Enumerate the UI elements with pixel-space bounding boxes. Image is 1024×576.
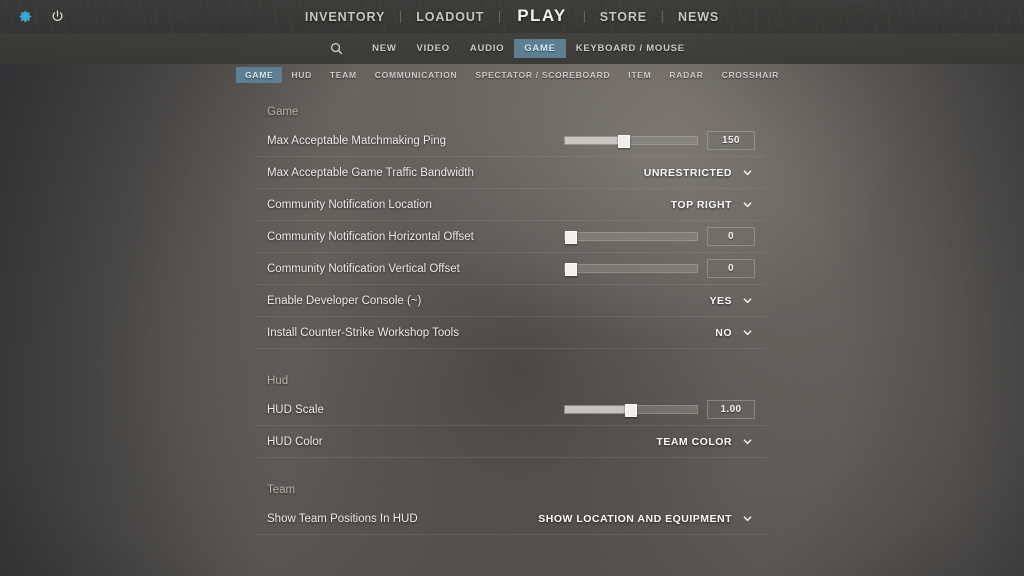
setting-label: Max Acceptable Game Traffic Bandwidth [267,166,474,179]
subtab-crosshair[interactable]: CROSSHAIR [713,67,788,83]
setting-label: Enable Developer Console (~) [267,294,422,307]
slider-thumb[interactable] [618,135,631,148]
nav-item-news[interactable]: NEWS [663,10,734,24]
tab-game[interactable]: GAME [514,39,566,58]
slider-fill [565,406,631,413]
subtab-team[interactable]: TEAM [321,67,366,83]
settings-tabs: NEW VIDEO AUDIO GAME KEYBOARD / MOUSE [362,39,695,58]
setting-row-show-team-positions-in-hud: Show Team Positions In HUD SHOW LOCATION … [256,503,766,535]
dropdown-value: TEAM COLOR [656,435,732,448]
dropdown-enable-developer-console[interactable]: YES [709,295,755,307]
dropdown-hud-color[interactable]: TEAM COLOR [656,436,755,448]
subtab-item[interactable]: ITEM [619,67,660,83]
value-field-community-notification-horizontal-offset[interactable]: 0 [707,227,755,246]
value-field-community-notification-vertical-offset[interactable]: 0 [707,259,755,278]
subtab-radar[interactable]: RADAR [660,67,712,83]
dropdown-community-notification-location[interactable]: TOP RIGHT [671,199,755,211]
slider-max-acceptable-matchmaking-ping[interactable] [564,135,698,148]
chevron-down-icon [742,327,753,338]
slider-thumb[interactable] [565,231,577,244]
tab-new[interactable]: NEW [362,39,406,58]
nav-item-loadout[interactable]: LOADOUT [401,10,499,24]
setting-row-enable-developer-console: Enable Developer Console (~) YES [256,285,766,317]
setting-label: Install Counter-Strike Workshop Tools [267,326,459,339]
setting-row-hud-color: HUD Color TEAM COLOR [256,426,766,458]
value-text: 0 [728,231,734,242]
settings-tab-bar: NEW VIDEO AUDIO GAME KEYBOARD / MOUSE [0,33,1024,64]
subtab-hud[interactable]: HUD [282,67,321,83]
chevron-down-icon [742,167,753,178]
slider-control: 150 [564,131,755,150]
setting-row-community-notification-horizontal-offset: Community Notification Horizontal Offset… [256,221,766,253]
subtab-communication[interactable]: COMMUNICATION [366,67,467,83]
slider-thumb[interactable] [625,404,637,417]
slider-control: 0 [564,227,755,246]
tab-keyboard-mouse[interactable]: KEYBOARD / MOUSE [566,39,695,58]
slider-hud-scale[interactable] [564,404,698,417]
dropdown-value: NO [715,326,732,339]
dropdown-install-counter-strike-workshop-tools[interactable]: NO [715,327,755,339]
settings-group: Game Max Acceptable Matchmaking Ping 150 Ma… [256,96,766,349]
nav-item-play[interactable]: PLAY [500,6,583,26]
setting-row-install-counter-strike-workshop-tools: Install Counter-Strike Workshop Tools NO [256,317,766,349]
setting-label: HUD Color [267,435,323,448]
setting-row-hud-scale: HUD Scale 1.00 [256,394,766,426]
setting-label: Max Acceptable Matchmaking Ping [267,134,446,147]
group-title: Team [267,484,296,496]
setting-row-max-acceptable-matchmaking-ping: Max Acceptable Matchmaking Ping 150 [256,125,766,157]
chevron-down-icon [742,199,753,210]
slider-community-notification-vertical-offset[interactable] [564,263,698,276]
setting-label: Community Notification Location [267,198,432,211]
dropdown-value: YES [709,294,732,307]
value-text: 150 [722,135,740,146]
settings-group: Team Show Team Positions In HUD SHOW LOCAT… [256,474,766,535]
settings-sub-tabs: GAME HUD TEAM COMMUNICATION SPECTATOR / SCOR… [0,64,1024,86]
setting-label: Show Team Positions In HUD [267,512,418,525]
settings-group: Hud HUD Scale 1.00 HUD Color TEAM COLOR [256,365,766,458]
setting-row-community-notification-location: Community Notification Location TOP RIGHT [256,189,766,221]
slider-control: 0 [564,259,755,278]
subtab-spectator-scoreboard[interactable]: SPECTATOR / SCOREBOARD [466,67,619,83]
setting-label: Community Notification Horizontal Offset [267,230,474,243]
dropdown-value: TOP RIGHT [670,198,732,211]
chevron-down-icon [742,295,753,306]
slider-fill [565,137,625,144]
tab-audio[interactable]: AUDIO [460,39,514,58]
search-icon[interactable] [329,41,344,56]
value-field-hud-scale[interactable]: 1.00 [707,400,755,419]
nav-item-inventory[interactable]: INVENTORY [290,10,400,24]
value-text: 1.00 [720,404,742,415]
setting-label: Community Notification Vertical Offset [267,262,460,275]
tab-video[interactable]: VIDEO [407,39,460,58]
setting-row-max-acceptable-game-traffic-bandwidth: Max Acceptable Game Traffic Bandwidth UNR… [256,157,766,189]
dropdown-value: UNRESTRICTED [643,166,732,179]
subtab-game[interactable]: GAME [236,67,283,83]
dropdown-max-acceptable-game-traffic-bandwidth[interactable]: UNRESTRICTED [644,167,755,179]
setting-row-community-notification-vertical-offset: Community Notification Vertical Offset 0 [256,253,766,285]
settings-panel: Game Max Acceptable Matchmaking Ping 150 Ma… [256,96,766,576]
main-nav: INVENTORY LOADOUT PLAY STORE NEWS [0,0,1024,33]
dropdown-show-team-positions-in-hud[interactable]: SHOW LOCATION AND EQUIPMENT [538,513,755,525]
value-field-max-acceptable-matchmaking-ping[interactable]: 150 [707,131,755,150]
slider-control: 1.00 [564,400,755,419]
value-text: 0 [728,263,734,274]
slider-thumb[interactable] [565,263,577,276]
slider-community-notification-horizontal-offset[interactable] [564,231,698,244]
chevron-down-icon [742,513,753,524]
chevron-down-icon [742,436,753,447]
setting-label: HUD Scale [267,403,324,416]
group-title: Hud [267,375,289,387]
group-title: Game [267,106,299,118]
dropdown-value: SHOW LOCATION AND EQUIPMENT [538,512,732,525]
nav-item-store[interactable]: STORE [585,10,662,24]
